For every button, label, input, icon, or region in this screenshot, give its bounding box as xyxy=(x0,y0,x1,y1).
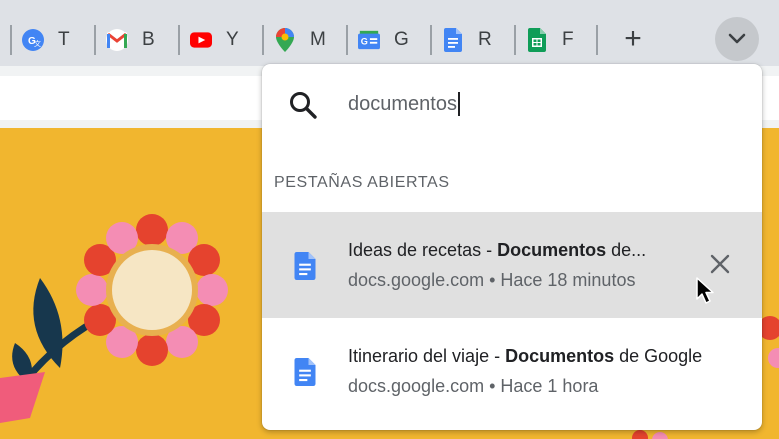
google-docs-icon xyxy=(442,29,464,51)
youtube-icon xyxy=(190,29,212,51)
result-title-prefix: Ideas de recetas - xyxy=(348,240,497,260)
google-docs-icon xyxy=(294,252,316,280)
tab-docs[interactable]: R xyxy=(430,21,492,59)
tab-separator-end xyxy=(596,21,608,59)
tab-youtube[interactable]: Y xyxy=(178,21,239,59)
result-title-match: Documentos xyxy=(497,240,606,260)
result-item[interactable]: Itinerario del viaje - Documentos de Goo… xyxy=(262,318,762,424)
google-translate-icon: G文 xyxy=(22,29,44,51)
result-meta: docs.google.com • Hace 18 minutos xyxy=(348,270,635,291)
result-item[interactable]: Ideas de recetas - Documentos de... docs… xyxy=(262,212,762,318)
tab-search-row: documentos xyxy=(262,64,762,144)
tab-separator xyxy=(262,25,264,55)
tab-search-button[interactable] xyxy=(715,17,759,61)
tab-separator xyxy=(346,25,348,55)
svg-text:G: G xyxy=(361,37,368,47)
tab-title: R xyxy=(478,29,492,51)
svg-text:文: 文 xyxy=(34,39,41,48)
tab-search-value: documentos xyxy=(348,93,457,116)
result-meta: docs.google.com • Hace 1 hora xyxy=(348,376,598,397)
tab-separator xyxy=(596,25,598,55)
google-docs-icon xyxy=(294,358,316,386)
tab-separator xyxy=(514,25,516,55)
section-open-tabs-label: PESTAÑAS ABIERTAS xyxy=(274,174,450,192)
tab-sheets[interactable]: F xyxy=(514,21,574,59)
result-title: Ideas de recetas - Documentos de... xyxy=(348,240,646,261)
gmail-icon xyxy=(106,29,128,51)
result-title-prefix: Itinerario del viaje - xyxy=(348,346,505,366)
chevron-down-icon xyxy=(728,33,746,45)
text-caret xyxy=(458,92,460,116)
result-title: Itinerario del viaje - Documentos de Goo… xyxy=(348,346,702,367)
tab-separator xyxy=(10,25,12,55)
new-tab-button[interactable]: + xyxy=(620,27,646,53)
tab-title: Y xyxy=(226,29,239,51)
result-title-suffix: de Google xyxy=(614,346,702,366)
tab-maps[interactable]: M xyxy=(262,21,326,59)
tab-title: G xyxy=(394,29,409,51)
tab-separator xyxy=(430,25,432,55)
tab-search-input[interactable]: documentos xyxy=(348,92,460,116)
tab-title: F xyxy=(562,29,574,51)
google-news-icon: G xyxy=(358,29,380,51)
tab-title: M xyxy=(310,29,326,51)
tab-title: T xyxy=(58,29,70,51)
result-title-suffix: de... xyxy=(606,240,646,260)
tab-separator xyxy=(178,25,180,55)
close-icon[interactable] xyxy=(708,252,732,276)
tab-news[interactable]: G G xyxy=(346,21,409,59)
result-title-match: Documentos xyxy=(505,346,614,366)
tab-gmail[interactable]: B xyxy=(94,21,155,59)
tab-title: B xyxy=(142,29,155,51)
tab-separator xyxy=(94,25,96,55)
google-maps-icon xyxy=(274,29,296,51)
tab-search-popup: documentos PESTAÑAS ABIERTAS Ideas de re… xyxy=(262,64,762,430)
tab-translate[interactable]: G文 T xyxy=(10,21,70,59)
mouse-cursor-icon xyxy=(696,277,716,305)
tab-strip: G文 T B Y M G G R xyxy=(0,0,779,66)
google-sheets-icon xyxy=(526,29,548,51)
search-icon xyxy=(288,90,318,120)
